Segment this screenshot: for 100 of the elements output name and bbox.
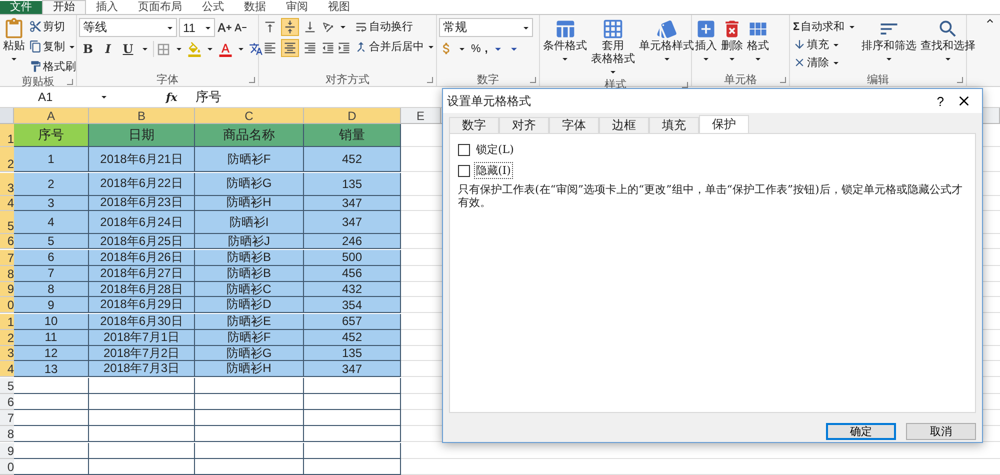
dialog-launcher-icon[interactable] [427, 77, 433, 83]
dialog-launcher-icon[interactable] [780, 77, 786, 83]
table-cell: 2018年7月3日 [89, 361, 195, 378]
ribbon-tab[interactable]: 页面布局 [128, 1, 192, 14]
ribbon-tab[interactable]: 开始 [42, 0, 86, 14]
edit-menu-button[interactable]: 查找和选择 [920, 18, 977, 73]
table-cell: 2018年6月25日 [89, 234, 195, 250]
edit-tool-button[interactable]: Σ 自动求和 [792, 18, 859, 35]
checkbox[interactable] [458, 144, 470, 156]
row-header[interactable]: 5 [0, 211, 14, 234]
style-menu-button[interactable]: 条件格式 [542, 18, 588, 78]
row-header[interactable]: 3 [0, 172, 14, 196]
clipboard-tool-button[interactable]: 剪切 [28, 18, 79, 35]
percent-button[interactable]: % [470, 40, 482, 57]
phonetic-icon [249, 42, 263, 56]
cell-menu-button[interactable]: 删除 [720, 18, 744, 73]
row-header[interactable]: 3 [0, 346, 14, 362]
dialog-button[interactable]: 取消 [906, 423, 976, 440]
cell-menu-button[interactable]: 插入 [694, 18, 718, 73]
ribbon-tab[interactable]: 视图 [318, 1, 360, 14]
merge-center-button[interactable]: 合并后居中 [353, 38, 438, 55]
font-style-button[interactable]: U [119, 40, 137, 58]
row-header[interactable]: 4 [0, 361, 14, 378]
column-header[interactable]: C [195, 108, 304, 124]
align-bottom-icon [303, 20, 317, 34]
formula-field[interactable]: 序号 [195, 88, 222, 106]
dialog-tab[interactable]: 对齐 [499, 117, 549, 133]
clipboard-tool-button[interactable]: 复制 [28, 38, 79, 55]
row-header[interactable]: 1 [0, 124, 14, 148]
ribbon-tab[interactable]: 数据 [234, 1, 276, 14]
indent-increase-icon [337, 41, 351, 55]
dialog-launcher-icon[interactable] [249, 77, 255, 83]
orientation-icon [321, 20, 335, 34]
wrap-text-button[interactable]: 自动换行 [353, 18, 438, 35]
dialog-tab[interactable]: 填充 [649, 117, 699, 133]
row-header[interactable]: 2 [0, 147, 14, 172]
row-header[interactable]: 6 [0, 234, 14, 250]
dialog-launcher-icon[interactable] [530, 77, 536, 83]
checkbox[interactable] [458, 164, 470, 176]
edit-menu-button[interactable]: 排序和筛选 [860, 18, 918, 73]
row-header[interactable]: 8 [0, 266, 14, 282]
dialog-tab[interactable]: 数字 [449, 117, 499, 133]
row-header[interactable]: 9 [0, 282, 14, 298]
style-menu-button[interactable]: 套用 表格格式 [590, 18, 636, 78]
table-cell: 防晒衫B [195, 266, 304, 282]
ribbon-tab[interactable]: 审阅 [276, 1, 318, 14]
table-cell: 347 [304, 361, 401, 378]
table-cell: 2018年7月1日 [89, 330, 195, 346]
name-box[interactable]: A1 [0, 89, 110, 105]
help-button[interactable]: ? [930, 93, 950, 109]
dialog-tab[interactable]: 保护 [699, 115, 749, 133]
font-style-button[interactable]: B [79, 40, 97, 58]
ribbon-tab[interactable]: 公式 [192, 1, 234, 14]
conditional-format-icon [554, 18, 576, 40]
column-header[interactable]: D [304, 108, 401, 124]
row-header[interactable]: 0 [0, 458, 14, 475]
font-size-field[interactable]: 11 [179, 18, 215, 37]
dialog-launcher-icon[interactable] [957, 77, 963, 83]
dialog-tab[interactable]: 字体 [549, 117, 599, 133]
row-header[interactable]: 4 [0, 196, 14, 211]
row-header[interactable]: 1 [0, 314, 14, 330]
table-cell: 2 [14, 172, 89, 196]
table-cell: 2018年6月30日 [89, 314, 195, 330]
ribbon-tab[interactable]: 插入 [86, 1, 128, 14]
font-style-button[interactable]: I [99, 40, 117, 58]
grow-font-icon [217, 20, 232, 35]
horizontal-align-button[interactable] [281, 39, 299, 57]
row-header[interactable]: 8 [0, 426, 14, 442]
row-header[interactable]: 7 [0, 250, 14, 266]
paste-button[interactable]: 粘贴 [2, 18, 26, 75]
font-name-field[interactable]: 等线 [79, 18, 177, 37]
column-header[interactable]: B [89, 108, 195, 124]
comma-button[interactable]: , [484, 40, 489, 57]
copy-icon [29, 40, 42, 53]
row-header[interactable]: 5 [0, 378, 14, 394]
row-header[interactable]: 6 [0, 394, 14, 410]
table-cell: 10 [14, 314, 89, 330]
dialog-button[interactable]: 确定 [826, 423, 896, 440]
group-label: 单元格 [724, 73, 757, 87]
align-center-icon [283, 41, 297, 55]
number-format-field[interactable]: 常规 [439, 18, 533, 37]
align-right-icon [303, 41, 317, 55]
clipboard-tool-button[interactable]: 格式刷 [28, 58, 79, 75]
edit-tool-button[interactable]: 填充 [792, 36, 859, 53]
dialog-tab[interactable]: 边框 [599, 117, 649, 133]
row-header[interactable]: 2 [0, 330, 14, 346]
vertical-align-button[interactable] [281, 18, 299, 36]
column-header[interactable]: E [401, 108, 441, 124]
row-header[interactable]: 0 [0, 297, 14, 314]
row-header[interactable]: 7 [0, 410, 14, 426]
dialog-launcher-icon[interactable] [67, 79, 73, 85]
column-header[interactable]: A [14, 108, 89, 124]
cell-menu-button[interactable]: 格式 [746, 18, 770, 73]
table-cell: 8 [14, 282, 89, 298]
table-cell: 13 [14, 361, 89, 378]
style-menu-button[interactable]: 单元格样式 [638, 18, 695, 78]
file-menu-tab[interactable]: 文件 [0, 1, 42, 14]
row-header[interactable]: 9 [0, 442, 14, 458]
edit-tool-button[interactable]: 清除 [792, 54, 859, 71]
insert-function-icon[interactable]: fx [166, 90, 178, 104]
